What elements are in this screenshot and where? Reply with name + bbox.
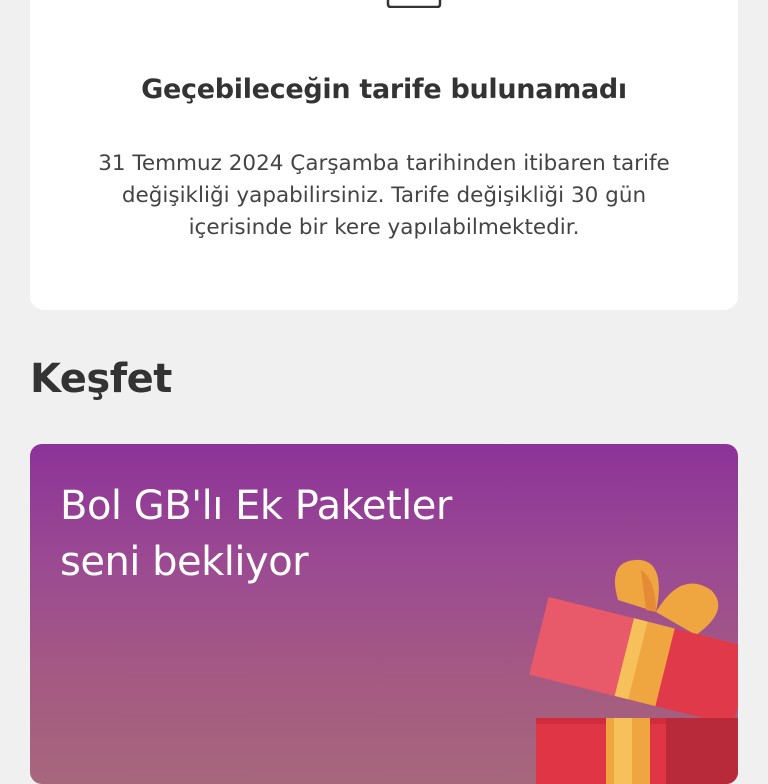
card-description-line: değişikliği yapabilirsiniz. Tarife değiş… <box>121 183 647 208</box>
promo-title-line: Bol GB'lı Ek Paketler <box>60 483 452 529</box>
calendar-icon <box>386 0 442 8</box>
card-description: 31 Temmuz 2024 Çarşamba tarihinden itiba… <box>60 148 708 244</box>
section-title-discover: Keşfet <box>30 356 172 402</box>
card-description-line: içerisinde bir kere yapılabilmektedir. <box>188 215 580 240</box>
card-description-line: 31 Temmuz 2024 Çarşamba tarihinden itiba… <box>98 151 670 176</box>
tariff-info-card: Geçebileceğin tarife bulunamadı 31 Temmu… <box>30 0 738 310</box>
promo-title: Bol GB'lı Ek Paketler seni bekliyor <box>60 478 580 590</box>
card-title: Geçebileceğin tarife bulunamadı <box>141 74 627 105</box>
promo-title-line: seni bekliyor <box>60 539 309 585</box>
promo-banner[interactable]: Bol GB'lı Ek Paketler seni bekliyor <box>30 444 738 784</box>
gift-box-icon <box>529 559 738 784</box>
